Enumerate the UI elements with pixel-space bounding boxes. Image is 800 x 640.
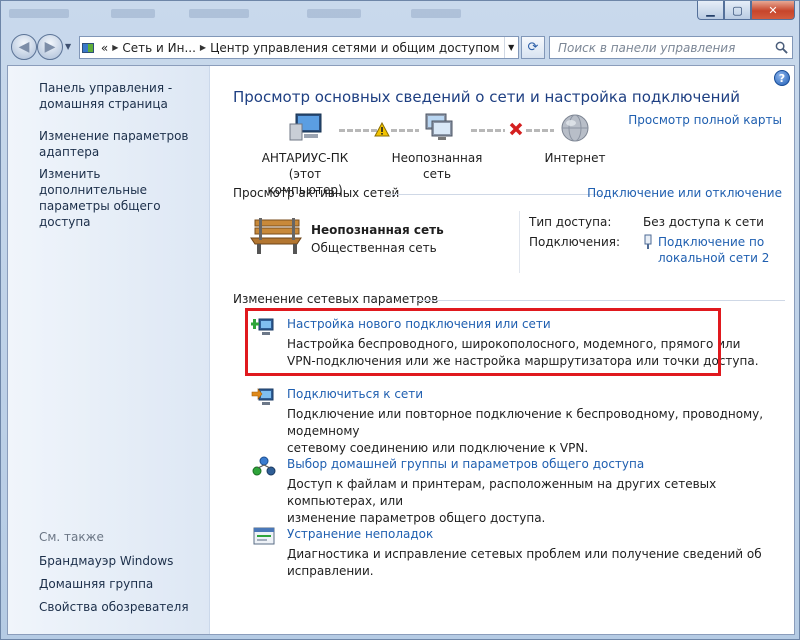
refresh-button[interactable]: ⟳	[521, 36, 545, 59]
ethernet-icon	[644, 234, 652, 249]
section-divider	[385, 194, 603, 195]
refresh-icon: ⟳	[527, 40, 539, 55]
search-input[interactable]: Поиск в панели управления	[558, 41, 770, 55]
warning-icon	[374, 122, 390, 137]
control-panel-icon	[80, 37, 97, 58]
sidebar-link-advanced-sharing[interactable]: Изменить дополнительные параметры общего…	[39, 166, 204, 230]
connection-line	[391, 129, 419, 132]
main-panel: ? Просмотр основных сведений о сети и на…	[211, 66, 794, 634]
sidebar: Панель управления - домашняя страница Из…	[8, 66, 210, 634]
change-settings-heading: Изменение сетевых параметров	[233, 292, 439, 306]
title-bar-reflection	[1, 5, 521, 23]
active-network-name: Неопознанная сеть	[311, 223, 444, 237]
task-troubleshoot-desc-line1: Диагностика и исправление сетевых пробле…	[287, 547, 762, 578]
maximize-button[interactable]: ▢	[724, 1, 751, 20]
sidebar-link-homegroup[interactable]: Домашняя группа	[39, 576, 204, 592]
error-x-icon	[509, 122, 523, 136]
map-node-network[interactable]: Неопознанная сеть	[377, 150, 497, 182]
address-dropdown-button[interactable]: ▼	[503, 37, 519, 58]
forward-button[interactable]: ▶	[37, 34, 63, 60]
task-connect-network: Подключиться к сети Подключение или повт…	[287, 386, 787, 457]
connection-line	[339, 129, 377, 132]
local-connection-link[interactable]: Подключение по локальной сети 2	[658, 234, 769, 266]
computer-name: АНТАРИУС-ПК	[261, 151, 349, 165]
active-network-type[interactable]: Общественная сеть	[311, 241, 437, 255]
task-homegroup-desc-line1: Доступ к файлам и принтерам, расположенн…	[287, 477, 717, 508]
caption-buttons: ▁ ▢ ✕	[697, 1, 795, 20]
globe-icon	[561, 114, 589, 142]
search-box[interactable]: Поиск в панели управления	[549, 36, 793, 59]
arrow-right-icon: ▶	[44, 39, 56, 55]
arrow-left-icon: ◀	[18, 39, 30, 55]
minimize-icon: ▁	[706, 3, 715, 17]
back-button[interactable]: ◀	[11, 34, 37, 60]
sidebar-link-control-panel-home[interactable]: Панель управления - домашняя страница	[39, 80, 204, 112]
connection-line	[526, 129, 554, 132]
minimize-button[interactable]: ▁	[697, 1, 724, 20]
explorer-window: ▁ ▢ ✕ ◀ ▶ ▼ « ▶ Сеть и Ин... ▶ Центр упр…	[0, 0, 800, 640]
park-bench-icon	[250, 218, 302, 254]
sidebar-link-internet-options[interactable]: Свойства обозревателя	[39, 599, 204, 615]
search-icon[interactable]	[770, 37, 792, 58]
active-networks-heading: Просмотр активных сетей	[233, 186, 400, 200]
sidebar-link-firewall[interactable]: Брандмауэр Windows	[39, 553, 204, 569]
help-icon: ?	[778, 71, 786, 85]
local-connection-link-line1: Подключение по	[658, 235, 765, 249]
task-troubleshoot: Устранение неполадок Диагностика и испра…	[287, 526, 787, 580]
address-bar[interactable]: « ▶ Сеть и Ин... ▶ Центр управления сетя…	[79, 36, 519, 59]
access-type-value: Без доступа к сети	[643, 215, 764, 229]
connection-line	[471, 129, 505, 132]
section-divider	[417, 300, 785, 301]
task-connect-network-desc-line2: сетевому соединению или подключение к VP…	[287, 441, 589, 455]
map-node-internet[interactable]: Интернет	[535, 150, 615, 166]
vertical-divider	[519, 211, 520, 273]
access-type-label: Тип доступа:	[529, 215, 612, 229]
close-icon: ✕	[768, 3, 778, 17]
highlight-annotation	[245, 308, 721, 376]
task-homegroup: Выбор домашней группы и параметров общег…	[287, 456, 787, 527]
recent-pages-dropdown[interactable]: ▼	[65, 42, 71, 51]
troubleshoot-icon	[253, 527, 275, 545]
full-map-link[interactable]: Просмотр полной карты	[628, 113, 782, 127]
breadcrumb-network-center[interactable]: Центр управления сетями и общим доступом	[206, 41, 503, 55]
connect-disconnect-link[interactable]: Подключение или отключение	[587, 186, 782, 200]
page-title: Просмотр основных сведений о сети и наст…	[233, 88, 740, 106]
local-connection-link-line2: локальной сети 2	[658, 251, 770, 265]
task-troubleshoot-link[interactable]: Устранение неполадок	[287, 526, 787, 543]
breadcrumb-overflow[interactable]: «	[97, 41, 112, 55]
breadcrumb-network[interactable]: Сеть и Ин...	[118, 41, 200, 55]
task-homegroup-link[interactable]: Выбор домашней группы и параметров общег…	[287, 456, 787, 473]
content-area: Панель управления - домашняя страница Из…	[7, 65, 795, 635]
chevron-down-icon: ▼	[508, 43, 515, 52]
computer-icon	[289, 113, 322, 141]
task-homegroup-desc-line2: изменение параметров общего доступа.	[287, 511, 546, 525]
task-connect-network-desc-line1: Подключение или повторное подключение к …	[287, 407, 764, 438]
task-connect-network-link[interactable]: Подключиться к сети	[287, 386, 787, 403]
title-bar[interactable]: ▁ ▢ ✕	[1, 1, 800, 29]
close-button[interactable]: ✕	[751, 1, 795, 20]
sidebar-link-adapter-settings[interactable]: Изменение параметров адаптера	[39, 128, 204, 160]
navigation-bar: ◀ ▶ ▼ « ▶ Сеть и Ин... ▶ Центр управлени…	[7, 31, 795, 63]
maximize-icon: ▢	[732, 3, 743, 17]
network-icon	[425, 113, 453, 140]
homegroup-icon	[252, 456, 276, 476]
help-button[interactable]: ?	[774, 70, 790, 86]
connections-label: Подключения:	[529, 235, 621, 249]
connect-network-icon	[251, 388, 274, 405]
see-also-heading: См. также	[39, 530, 104, 544]
